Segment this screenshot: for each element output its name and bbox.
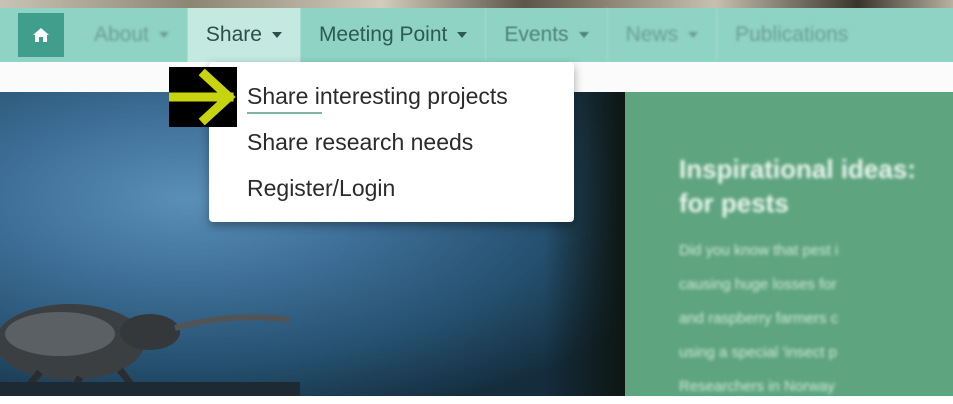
header-photo-strip — [0, 0, 953, 8]
hero-feature-panel: Inspirational ideas: for pests Did you k… — [625, 92, 953, 396]
nav-item-meeting-point[interactable]: Meeting Point — [299, 8, 485, 62]
arrow-right-icon — [168, 68, 236, 126]
feature-body-line: using a special 'insect p — [679, 344, 837, 361]
feature-body-line: and raspberry farmers c — [679, 310, 839, 327]
nav-item-news[interactable]: News — [606, 8, 717, 62]
hover-underline — [247, 112, 322, 114]
caret-down-icon — [271, 32, 282, 38]
nav-item-share[interactable]: Share — [186, 8, 300, 62]
annotation-arrow — [168, 67, 237, 127]
feature-title[interactable]: Inspirational ideas: for pests — [679, 152, 916, 220]
nav-item-label: News — [625, 23, 679, 46]
feature-body-line: causing huge losses for — [679, 276, 837, 293]
nav-item-label: Events — [504, 23, 569, 46]
nav-item-publications[interactable]: Publications — [716, 8, 866, 62]
nav-item-label: About — [94, 23, 149, 46]
feature-body-line: Did you know that pest i — [679, 242, 839, 259]
nav-item-events[interactable]: Events — [485, 8, 606, 62]
menu-item-share-interesting-projects[interactable]: Share interesting projects — [247, 83, 508, 110]
home-button[interactable] — [18, 13, 64, 57]
share-dropdown-menu: Share interesting projects Share researc… — [209, 62, 574, 222]
feature-title-line: Inspirational ideas: — [679, 154, 916, 184]
nav-item-about[interactable]: About — [76, 8, 187, 62]
caret-down-icon — [688, 32, 699, 38]
nav-item-label: Publications — [735, 23, 849, 46]
nav-item-label: Meeting Point — [318, 23, 448, 46]
home-icon — [33, 28, 49, 42]
caret-down-icon — [578, 32, 589, 38]
menu-item-share-research-needs[interactable]: Share research needs — [247, 129, 473, 156]
menu-item-register-login[interactable]: Register/Login — [247, 175, 395, 202]
feature-body-line: Researchers in Norway — [679, 378, 835, 395]
caret-down-icon — [158, 32, 169, 38]
feature-body: Did you know that pest i causing huge lo… — [679, 234, 838, 404]
weevil-image — [0, 304, 300, 396]
caret-down-icon — [457, 32, 468, 38]
nav-item-label: Share — [205, 23, 262, 46]
main-navbar: About Share Meeting Point Events News Pu… — [0, 8, 953, 62]
feature-title-line: for pests — [679, 188, 789, 218]
